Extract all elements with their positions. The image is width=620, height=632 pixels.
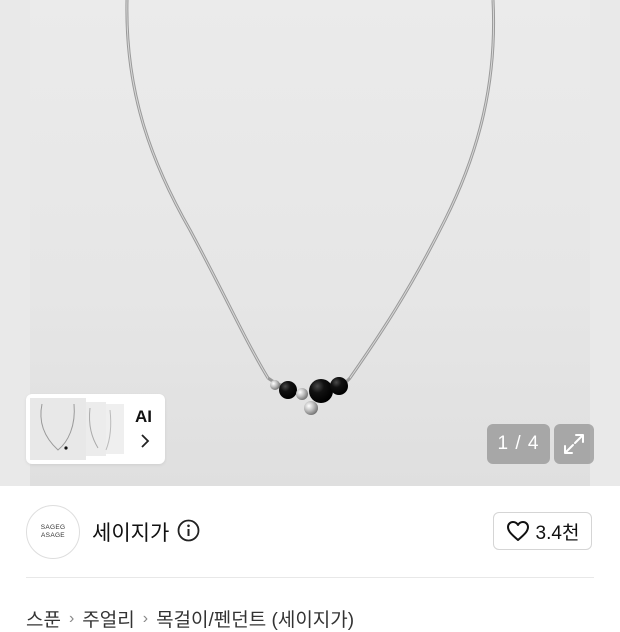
brand-logo-line1: SAGEG: [40, 524, 66, 531]
like-count: 3.4천: [535, 522, 580, 544]
breadcrumb-item[interactable]: 스푼: [26, 605, 61, 632]
expand-icon: [564, 434, 584, 454]
like-button[interactable]: 3.4천: [493, 512, 592, 550]
breadcrumb: 스푼 › 주얼리 › 목걸이/펜던트 (세이지가): [26, 605, 354, 632]
breadcrumb-item[interactable]: 목걸이/펜던트 (세이지가): [156, 605, 354, 632]
ai-styling-card[interactable]: [26, 394, 165, 464]
expand-button[interactable]: [554, 424, 594, 464]
product-image-gallery[interactable]: AI 1 / 4: [0, 0, 620, 486]
heart-icon: [506, 521, 529, 541]
divider: [26, 577, 594, 578]
breadcrumb-item[interactable]: 주얼리: [82, 605, 134, 632]
brand-logo-line2: ASAGE: [41, 532, 65, 539]
necklace-thumbnail-stack-icon: [30, 398, 124, 460]
ai-label[interactable]: AI: [135, 407, 152, 427]
chevron-right-icon[interactable]: [139, 433, 151, 449]
brand-logo[interactable]: SAGEG ASAGE: [26, 505, 80, 559]
info-icon[interactable]: [177, 519, 200, 542]
brand-name[interactable]: 세이지가: [92, 517, 169, 547]
breadcrumb-separator-icon: ›: [142, 609, 149, 627]
breadcrumb-separator-icon: ›: [68, 609, 75, 627]
image-counter: 1 / 4: [487, 424, 550, 464]
